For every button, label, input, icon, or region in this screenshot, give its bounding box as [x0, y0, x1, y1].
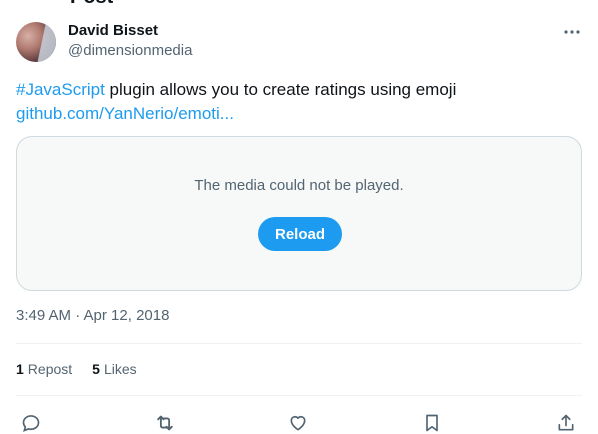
- author-handle[interactable]: @dimensionmedia: [68, 42, 192, 59]
- engagement-stats: 1 Repost 5 Likes: [16, 361, 137, 377]
- bookmark-icon[interactable]: [417, 408, 447, 434]
- media-error-message: The media could not be played.: [194, 177, 404, 194]
- tweet-timestamp[interactable]: 3:49 AM · Apr 12, 2018: [16, 307, 169, 324]
- repost-icon[interactable]: [150, 408, 180, 434]
- tweet-url-link[interactable]: github.com/YanNerio/emoti...: [16, 104, 234, 123]
- author-name[interactable]: David Bisset: [68, 22, 158, 39]
- media-container: The media could not be played. Reload: [16, 136, 582, 291]
- share-icon[interactable]: [551, 408, 581, 434]
- likes-label: Likes: [103, 361, 137, 377]
- tweet-text: #JavaScript plugin allows you to create …: [16, 78, 582, 126]
- hashtag-link[interactable]: #JavaScript: [16, 80, 105, 99]
- reposts-label: Repost: [27, 361, 73, 377]
- heart-icon[interactable]: [283, 408, 313, 434]
- reposts-stat[interactable]: 1 Repost: [16, 361, 72, 377]
- likes-count: 5: [92, 361, 100, 377]
- more-horizontal-icon[interactable]: [562, 22, 582, 42]
- action-bar: [16, 404, 582, 434]
- divider: [16, 395, 582, 396]
- reply-icon[interactable]: [16, 408, 46, 434]
- divider: [16, 343, 582, 344]
- page-header-title: Post: [70, 0, 113, 9]
- reload-button[interactable]: Reload: [258, 217, 342, 251]
- reposts-count: 1: [16, 361, 24, 377]
- likes-stat[interactable]: 5 Likes: [92, 361, 136, 377]
- avatar[interactable]: [16, 22, 56, 62]
- tweet-body: plugin allows you to create ratings usin…: [104, 80, 457, 99]
